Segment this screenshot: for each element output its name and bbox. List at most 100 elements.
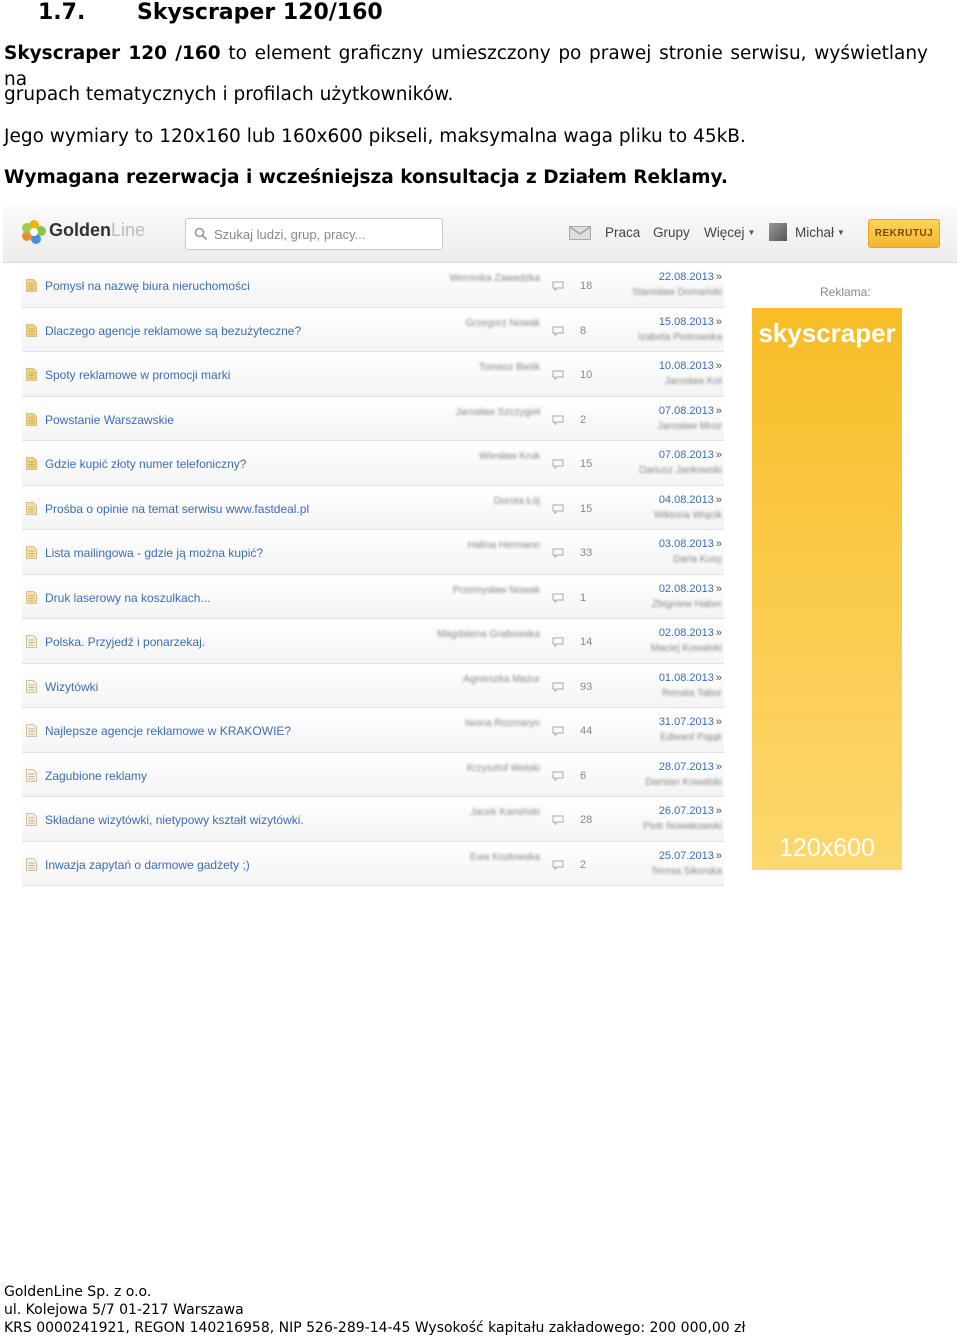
comment-icon (552, 415, 564, 425)
last-post-date[interactable]: 07.08.2013» (642, 405, 722, 417)
last-post-date[interactable]: 10.08.2013» (642, 360, 722, 372)
reply-count: 2 (580, 413, 587, 426)
last-post-date[interactable]: 28.07.2013» (642, 761, 722, 773)
last-post-author[interactable]: Stanisław Domański (622, 287, 722, 298)
document-icon (26, 813, 37, 826)
topic-author[interactable]: Jarosław Szczygieł (432, 407, 540, 419)
last-post-author[interactable]: Piotr Nowakowski (622, 821, 722, 832)
date-text: 04.08.2013 (658, 493, 714, 506)
topic-author[interactable]: Tomasz Bielik (432, 362, 540, 374)
last-post-date[interactable]: 31.07.2013» (642, 716, 722, 728)
comment-icon (552, 281, 564, 291)
topic-link[interactable]: Lista mailingowa - gdzie ją można kupić? (45, 546, 263, 560)
recruit-button[interactable]: REKRUTUJ (868, 219, 940, 248)
nav-user-menu[interactable]: Michał ▼ (795, 225, 845, 240)
last-post-author[interactable]: Daria Kusy (622, 554, 722, 565)
reply-count: 6 (580, 769, 587, 782)
last-post-date[interactable]: 04.08.2013» (642, 494, 722, 506)
last-post-date[interactable]: 25.07.2013» (642, 850, 722, 862)
last-post-date[interactable]: 02.08.2013» (642, 627, 722, 639)
double-chevron-icon: » (715, 627, 722, 639)
topic-link[interactable]: Pomysł na nazwę biura nieruchomości (45, 279, 250, 293)
topic-link[interactable]: Inwazja zapytań o darmowe gadżety ;) (45, 858, 250, 872)
comment-icon (552, 326, 564, 336)
comment-icon (552, 637, 564, 647)
topic-link[interactable]: Polska. Przyjedź i ponarzekaj. (45, 635, 205, 649)
topic-link[interactable]: Wizytówki (45, 680, 98, 694)
topic-author[interactable]: Dorota Łój (432, 496, 540, 508)
topic-link[interactable]: Składane wizytówki, nietypowy kształt wi… (45, 813, 304, 827)
topic-author[interactable]: Jacek Kamiński (432, 807, 540, 819)
topic-link[interactable]: Prośba o opinie na temat serwisu www.fas… (45, 502, 309, 516)
last-post-date[interactable]: 15.08.2013» (642, 316, 722, 328)
last-post-date[interactable]: 07.08.2013» (642, 449, 722, 461)
chevron-down-icon: ▼ (747, 228, 756, 237)
last-post-date[interactable]: 03.08.2013» (642, 538, 722, 550)
nav-praca[interactable]: Praca (605, 225, 640, 240)
topic-author[interactable]: Magdalena Grabowska (432, 629, 540, 641)
table-row: Składane wizytówki, nietypowy kształt wi… (22, 797, 724, 842)
last-post-date[interactable]: 26.07.2013» (642, 805, 722, 817)
nav-grupy[interactable]: Grupy (653, 225, 690, 240)
last-post-author[interactable]: Zbigniew Haber (622, 599, 722, 610)
topic-link[interactable]: Spoty reklamowe w promocji marki (45, 368, 230, 382)
logo-golden: Golden (49, 220, 111, 240)
double-chevron-icon: » (715, 538, 722, 550)
topic-author[interactable]: Grzegorz Nowak (432, 318, 540, 330)
date-text: 02.08.2013 (658, 582, 714, 595)
topic-author[interactable]: Przemysław Nowak (432, 585, 540, 597)
last-post-author[interactable]: Izabela Piotrowska (622, 332, 722, 343)
last-post-author[interactable]: Damian Kowalski (622, 777, 722, 788)
last-post-author[interactable]: Renata Tabor (622, 688, 722, 699)
last-post-date[interactable]: 22.08.2013» (642, 271, 722, 283)
section-title: Skyscraper 120/160 (137, 0, 383, 25)
last-post-date[interactable]: 02.08.2013» (642, 583, 722, 595)
double-chevron-icon: » (715, 671, 722, 684)
topic-author[interactable]: Ewa Kozłowska (432, 852, 540, 864)
topic-link[interactable]: Gdzie kupić złoty numer telefoniczny? (45, 457, 246, 471)
document-icon (26, 368, 37, 381)
avatar[interactable] (769, 223, 787, 241)
skyscraper-ad[interactable]: skyscraper 120x600 (752, 308, 902, 870)
document-icon (26, 679, 37, 693)
reply-count: 1 (580, 591, 587, 604)
comment-icon (552, 682, 564, 692)
table-row: Zagubione reklamy Krzysztof Wolski 6 28.07.… (22, 752, 724, 797)
topic-link[interactable]: Powstanie Warszawskie (45, 413, 174, 427)
double-chevron-icon: » (715, 404, 722, 417)
search-input[interactable] (214, 223, 434, 245)
last-post-date[interactable]: 01.08.2013» (642, 672, 722, 684)
last-post-author[interactable]: Edward Pająk (622, 732, 722, 743)
double-chevron-icon: » (715, 449, 722, 461)
topic-link[interactable]: Najlepsze agencje reklamowe w KRAKOWIE? (45, 724, 291, 738)
topic-author[interactable]: Weronika Zawadzka (432, 273, 540, 285)
last-post-author[interactable]: Dariusz Jankowski (622, 465, 722, 476)
chevron-down-icon: ▼ (837, 228, 845, 237)
last-post-author[interactable]: Teresa Sikorska (622, 866, 722, 877)
double-chevron-icon: » (715, 805, 722, 817)
last-post-author[interactable]: Maciej Kowalski (622, 643, 722, 654)
double-chevron-icon: » (715, 760, 722, 773)
topic-link[interactable]: Druk laserowy na koszulkach... (45, 591, 210, 605)
paragraph-2: grupach tematycznych i profilach użytkow… (4, 84, 454, 105)
topic-author[interactable]: Krzysztof Wolski (432, 763, 540, 775)
topic-link[interactable]: Dlaczego agencje reklamowe są bezużytecz… (45, 324, 301, 338)
topic-author[interactable]: Iwona Rozmaryn (432, 718, 540, 730)
topic-author[interactable]: Wiesław Kruk (432, 451, 540, 463)
table-row: Druk laserowy na koszulkach... Przemysław… (22, 574, 724, 619)
last-post-author[interactable]: Jarosław Kot (622, 376, 722, 387)
nav-wiecej[interactable]: Więcej ▼ (704, 225, 755, 240)
last-post-author[interactable]: Wiktoria Wojcik (622, 510, 722, 521)
mail-icon[interactable] (569, 226, 591, 240)
ad-headline: skyscraper (758, 318, 896, 348)
reply-count: 14 (580, 636, 593, 648)
comment-icon (552, 726, 564, 736)
last-post-author[interactable]: Jarosław Mroz (622, 421, 722, 432)
table-row: Wizytówki Agnieszka Mazur 93 01.08.2013» Ren… (22, 663, 724, 708)
document-icon (26, 546, 37, 559)
double-chevron-icon: » (715, 716, 722, 728)
topic-author[interactable]: Agnieszka Mazur (432, 674, 540, 686)
topic-author[interactable]: Halina Hermann (432, 540, 540, 552)
topic-link[interactable]: Zagubione reklamy (45, 769, 147, 783)
logo-flower-icon (22, 220, 46, 244)
